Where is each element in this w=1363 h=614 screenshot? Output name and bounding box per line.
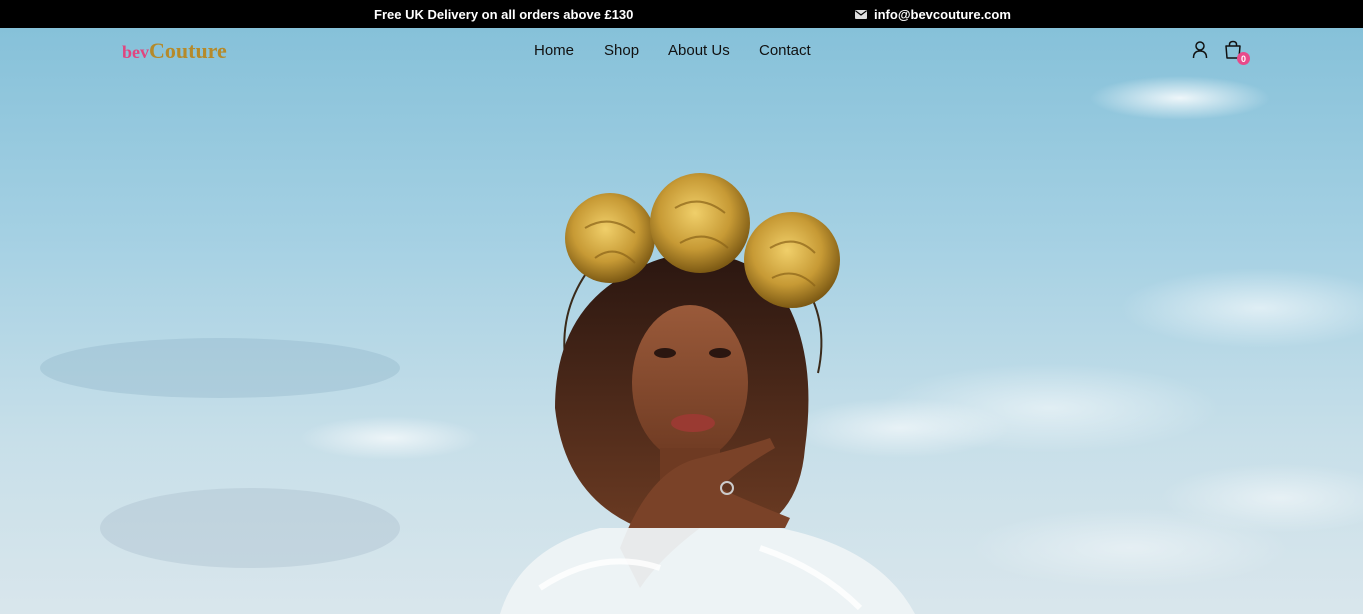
announcement-bar: Free UK Delivery on all orders above £13… bbox=[0, 0, 1363, 28]
logo-text-bev[interactable]: bev bbox=[122, 42, 149, 62]
bevcouture-logo[interactable]: bevCouture bbox=[122, 40, 227, 62]
contact-email-text[interactable]: info@bevcouture.com bbox=[874, 7, 1011, 22]
contact-email[interactable]: info@bevcouture.com bbox=[855, 7, 1011, 22]
nav-home[interactable]: Home bbox=[534, 42, 574, 59]
hero-banner: bevCouture Home Shop About Us Contact 0 bbox=[0, 28, 1363, 614]
nav-shop[interactable]: Shop bbox=[604, 42, 639, 59]
envelope-icon bbox=[855, 10, 867, 19]
user-icon[interactable] bbox=[1192, 41, 1208, 59]
hero-image bbox=[40, 76, 1363, 614]
nav-about-us[interactable]: About Us bbox=[668, 42, 730, 59]
delivery-promo-text: Free UK Delivery on all orders above £13… bbox=[374, 7, 634, 22]
cart-count-badge: 0 bbox=[1237, 52, 1250, 65]
logo-text-couture[interactable]: Couture bbox=[149, 38, 227, 63]
nav-contact[interactable]: Contact bbox=[759, 42, 811, 59]
